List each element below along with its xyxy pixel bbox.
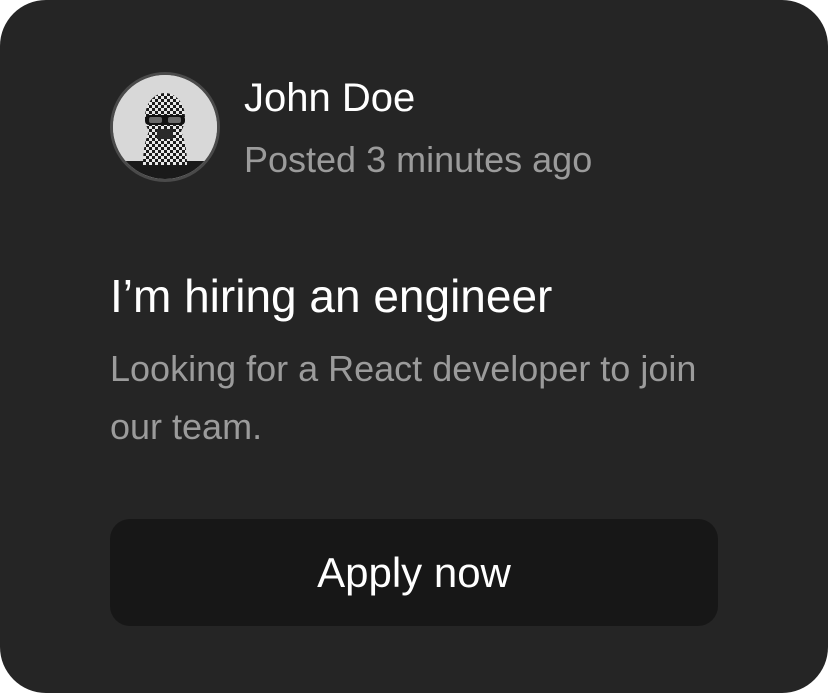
post-title: I’m hiring an engineer xyxy=(110,270,553,322)
apply-now-button[interactable]: Apply now xyxy=(110,519,718,626)
post-timestamp: Posted 3 minutes ago xyxy=(244,139,593,180)
job-post-card: John Doe Posted 3 minutes ago I’m hiring… xyxy=(0,0,828,693)
avatar-photo-icon xyxy=(113,75,217,179)
author-avatar[interactable] xyxy=(110,72,220,182)
author-name[interactable]: John Doe xyxy=(244,72,415,124)
post-description: Looking for a React developer to join ou… xyxy=(110,348,697,447)
